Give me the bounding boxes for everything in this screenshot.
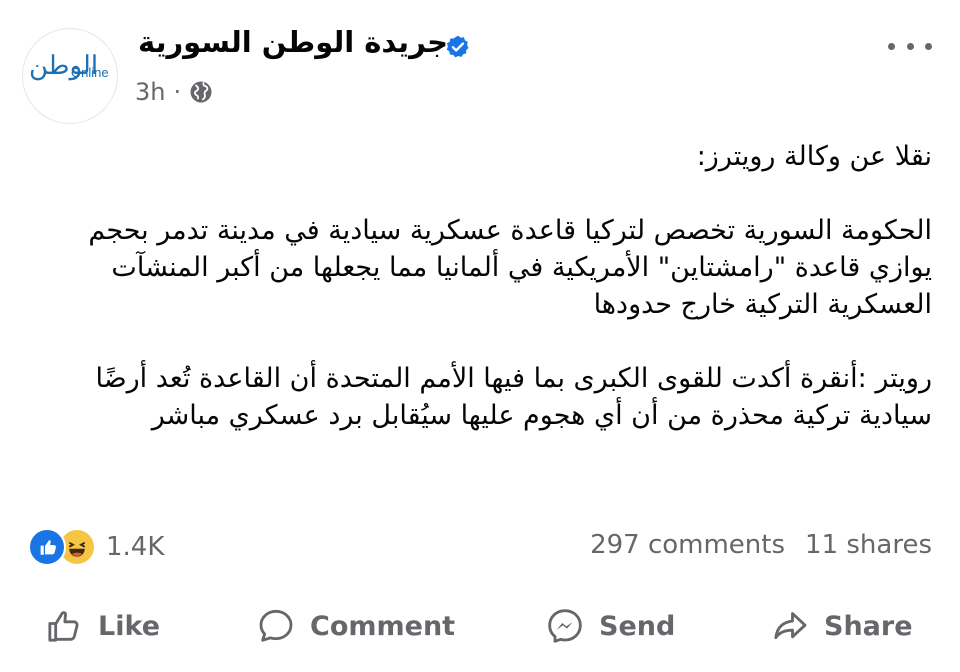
post-meta: 3h · <box>135 78 213 106</box>
shares-count[interactable]: 11 shares <box>805 530 932 560</box>
globe-icon <box>190 81 212 103</box>
comment-label: Comment <box>310 610 456 642</box>
reaction-count: 1.4K <box>106 532 165 562</box>
page-name[interactable]: جريدة الوطن السورية <box>138 25 448 59</box>
more-dot-icon <box>925 42 932 50</box>
send-button[interactable]: Send <box>545 594 675 658</box>
comment-button[interactable]: Comment <box>256 594 455 658</box>
post-action-bar: Like Comment Send Share <box>0 594 960 658</box>
more-dot-icon <box>906 42 914 50</box>
post-body: نقلا عن وكالة رويترز: الحكومة السورية تخ… <box>22 138 932 434</box>
post-paragraph: الحكومة السورية تخصص لتركيا قاعدة عسكرية… <box>88 215 932 320</box>
comments-count[interactable]: 297 comments <box>590 530 785 560</box>
send-label: Send <box>599 610 676 642</box>
more-dot-icon <box>888 42 895 50</box>
like-reaction-icon <box>28 528 66 566</box>
share-label: Share <box>824 610 913 642</box>
page-avatar[interactable]: الوطن Online <box>22 28 118 124</box>
share-arrow-icon <box>774 612 807 640</box>
like-button[interactable]: Like <box>44 594 160 658</box>
more-options-button[interactable] <box>888 34 932 58</box>
comment-bubble-icon <box>259 609 293 642</box>
post-paragraph: رويتر :أنقرة أكدت للقوى الكبرى بما فيها … <box>95 363 932 431</box>
verified-badge-icon <box>446 35 469 58</box>
meta-separator: · <box>173 78 182 106</box>
engagement-counts: 297 comments 11 shares <box>590 530 932 560</box>
post-paragraph: نقلا عن وكالة رويترز: <box>696 141 932 172</box>
post-time[interactable]: 3h <box>135 78 165 106</box>
avatar-logo-english: Online <box>71 65 109 80</box>
share-button[interactable]: Share <box>770 594 913 658</box>
thumbs-up-icon <box>48 611 79 642</box>
like-label: Like <box>98 610 161 642</box>
messenger-icon <box>548 609 582 643</box>
reactions-summary[interactable]: 1.4K <box>28 528 164 566</box>
